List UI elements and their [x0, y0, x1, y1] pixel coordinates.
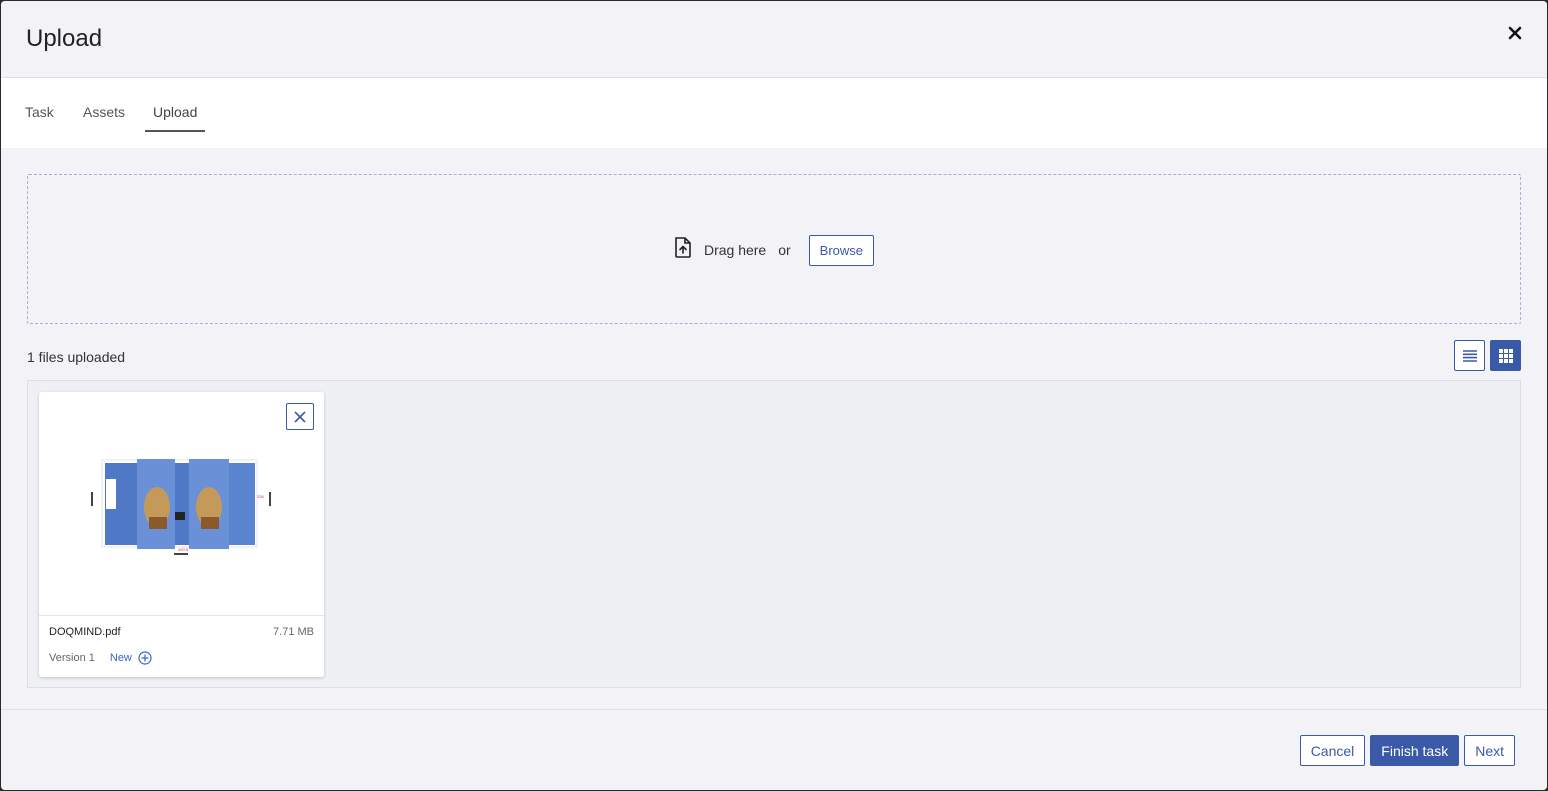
modal-title: Upload — [26, 25, 103, 52]
files-grid: 420.5 226 DOQMIND.pdf 7.71 MB Version 1 … — [27, 380, 1521, 688]
list-view-icon[interactable] — [1454, 340, 1485, 371]
svg-text:420.5: 420.5 — [178, 547, 189, 552]
view-toggle — [1454, 340, 1521, 371]
file-card[interactable]: 420.5 226 DOQMIND.pdf 7.71 MB Version 1 … — [39, 392, 324, 677]
svg-text:226: 226 — [257, 494, 264, 499]
tabs-bar: Task Assets Upload — [1, 78, 1547, 148]
remove-file-icon[interactable] — [286, 403, 314, 430]
tab-task[interactable]: Task — [17, 104, 62, 130]
grid-view-icon[interactable] — [1490, 340, 1521, 371]
new-version-link[interactable]: New — [110, 652, 132, 664]
tab-upload[interactable]: Upload — [145, 104, 206, 132]
dropzone[interactable]: Drag here or Browse — [27, 174, 1521, 324]
modal-footer: Cancel Finish task Next — [1, 709, 1547, 790]
finish-task-button[interactable]: Finish task — [1370, 735, 1460, 766]
file-upload-icon — [674, 237, 692, 263]
upload-content: Drag here or Browse 1 files uploaded 420… — [1, 149, 1547, 709]
file-version: Version 1 — [49, 652, 95, 664]
dropzone-inner: Drag here or Browse — [674, 234, 875, 266]
file-info-row: DOQMIND.pdf 7.71 MB — [49, 626, 314, 638]
drag-here-text: Drag here — [703, 242, 767, 258]
upload-modal: Upload Task Assets Upload Drag here or B… — [1, 1, 1547, 790]
file-version-row: Version 1 New — [49, 651, 152, 665]
footer-buttons: Cancel Finish task Next — [1299, 735, 1515, 766]
cancel-button[interactable]: Cancel — [1299, 735, 1366, 766]
browse-button[interactable]: Browse — [808, 234, 875, 266]
file-size: 7.71 MB — [273, 626, 314, 638]
next-button[interactable]: Next — [1464, 735, 1515, 766]
tab-assets[interactable]: Assets — [75, 104, 133, 130]
file-preview: 420.5 226 — [39, 392, 324, 616]
files-count: 1 files uploaded — [27, 349, 126, 365]
close-icon[interactable] — [1505, 23, 1525, 43]
file-thumbnail-image: 420.5 226 — [91, 459, 271, 555]
modal-header: Upload — [1, 1, 1547, 78]
or-text: or — [778, 242, 791, 258]
add-circle-icon[interactable] — [138, 651, 152, 665]
file-name: DOQMIND.pdf — [49, 626, 121, 638]
